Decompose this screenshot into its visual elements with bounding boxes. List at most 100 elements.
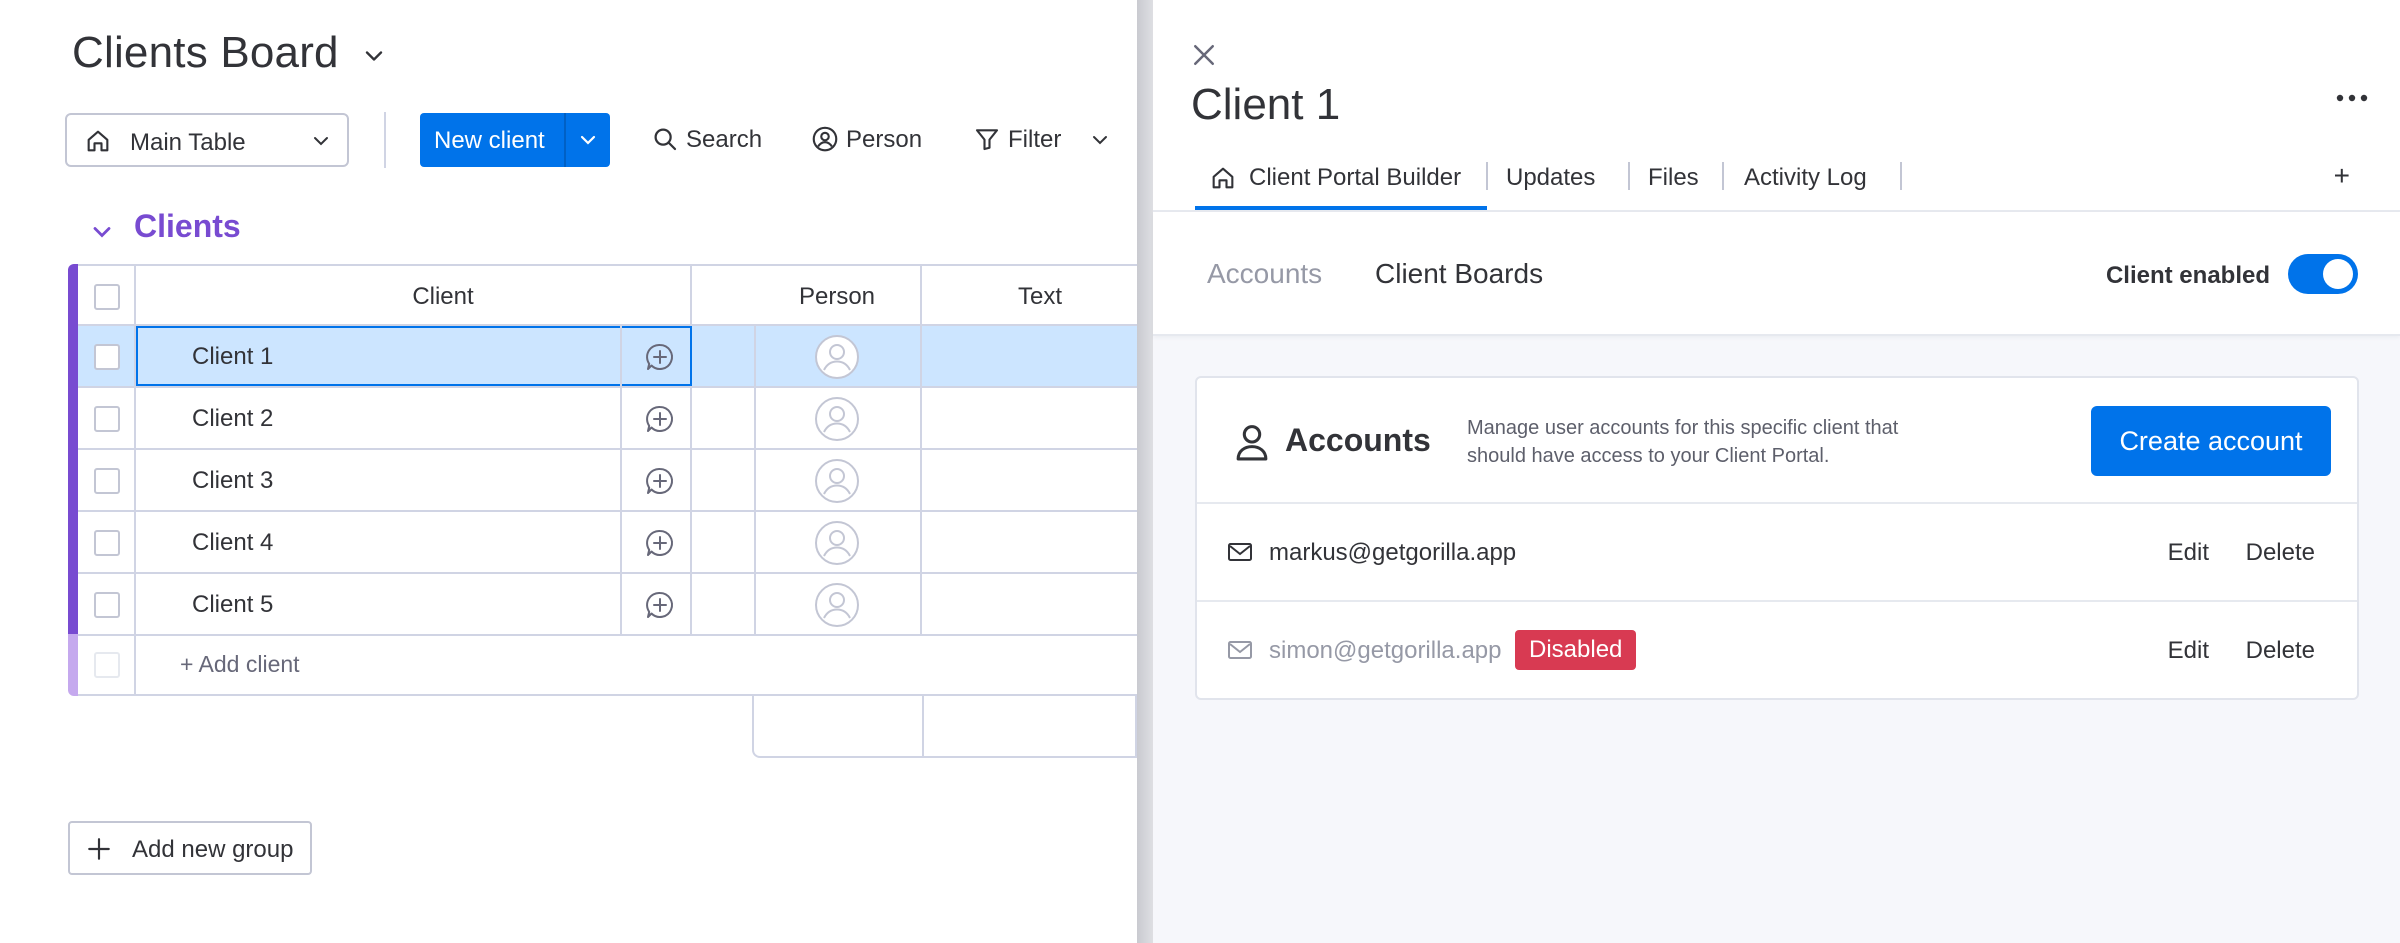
add-new-group-label: Add new group [132,836,294,863]
row-check-cell [78,326,136,386]
table-row[interactable]: Client 2 [78,388,1137,450]
person-cell[interactable] [754,574,922,634]
table-row[interactable]: Client 5 [78,574,1137,636]
row-checkbox[interactable] [94,530,120,556]
text-cell[interactable] [922,574,1137,634]
row-checkbox[interactable] [94,406,120,432]
person-avatar-icon[interactable] [813,581,861,629]
tab-activity-log[interactable]: Activity Log [1724,152,1902,212]
new-client-button[interactable]: New client [420,113,610,167]
person-cell[interactable] [754,326,922,386]
add-update-icon[interactable] [644,403,676,435]
table-row[interactable]: Client 4 [78,512,1137,574]
add-update-icon[interactable] [644,527,676,559]
person-avatar-icon[interactable] [813,457,861,505]
text-cell[interactable] [922,450,1137,510]
panel-resize-edge[interactable] [1137,0,1153,943]
client-name-cell[interactable]: Client 3 [136,450,692,510]
client-column-header[interactable]: Client [136,266,692,324]
person-avatar-icon[interactable] [813,519,861,567]
row-checkbox[interactable] [94,468,120,494]
column-header-text: Text [1017,283,1062,310]
client-enabled-toggle[interactable] [2288,254,2358,294]
add-view-button[interactable]: + [2334,160,2350,192]
account-row: markus@getgorilla.app Edit Delete [1197,504,2357,602]
delete-account-button[interactable]: Delete [2246,637,2315,665]
add-new-group-button[interactable]: Add new group [68,821,312,875]
row-checkbox[interactable] [94,344,120,370]
text-cell[interactable] [922,388,1137,448]
search-label: Search [686,126,763,153]
person-cell[interactable] [754,512,922,572]
mail-icon [1228,543,1252,561]
close-icon[interactable] [1189,40,1219,70]
client-name: Client 3 [192,467,274,494]
person-cell[interactable] [754,450,922,510]
updates-cell[interactable] [620,512,692,572]
tab-files[interactable]: Files [1630,152,1724,212]
chevron-down-icon[interactable] [360,42,388,70]
person-filter-button[interactable]: Person [810,122,940,158]
add-update-icon[interactable] [644,465,676,497]
add-item-row[interactable]: + Add client [78,634,1137,696]
group-color-bar-light [68,634,78,696]
updates-cell[interactable] [620,574,692,634]
column-header-client: Client [412,283,474,310]
view-selector[interactable]: Main Table [65,113,349,167]
tab-client-portal-builder[interactable]: Client Portal Builder [1195,152,1487,212]
text-cell[interactable] [922,326,1137,386]
edit-account-button[interactable]: Edit [2168,637,2209,665]
chevron-down-icon[interactable] [576,128,600,152]
button-split [564,113,566,167]
updates-cell[interactable] [620,450,692,510]
disabled-badge: Disabled [1515,630,1637,670]
table-row[interactable]: Client 3 [78,450,1137,512]
person-cell[interactable] [754,388,922,448]
add-row-checkbox [94,652,120,678]
sub-tab-accounts[interactable]: Accounts [1207,258,1322,290]
summary-row [752,696,1137,758]
text-cell[interactable] [922,512,1137,572]
table-header: Client Person Text [78,264,1137,326]
client-name-cell[interactable]: Client 5 [136,574,692,634]
add-update-icon[interactable] [644,589,676,621]
filter-button[interactable]: Filter [972,122,1122,158]
sub-tab-client-boards[interactable]: Client Boards [1375,258,1543,290]
person-avatar-icon[interactable] [813,395,861,443]
tab-label: Activity Log [1744,164,1867,191]
accounts-card: Accounts Manage user accounts for this s… [1195,376,2359,700]
home-icon [87,130,109,152]
client-name-cell[interactable]: Client 1 [136,326,692,386]
item-detail-panel: Client 1 Client Portal Builder Updates F… [1153,0,2400,943]
client-name: Client 1 [192,343,274,370]
tab-label: Files [1648,164,1699,191]
tab-updates[interactable]: Updates [1488,152,1630,212]
create-account-label: Create account [2119,426,2303,456]
filter-label: Filter [1008,126,1062,153]
search-button[interactable]: Search [650,122,770,158]
toolbar-divider [384,112,386,168]
text-column-header[interactable]: Text [922,266,1137,324]
panel-title[interactable]: Client 1 [1191,80,1340,130]
client-name-cell[interactable]: Client 2 [136,388,692,448]
client-name-cell[interactable]: Client 4 [136,512,692,572]
updates-cell[interactable] [620,388,692,448]
row-checkbox[interactable] [94,592,120,618]
person-column-header[interactable]: Person [754,266,922,324]
create-account-button[interactable]: Create account [2091,406,2331,476]
collapse-group-icon[interactable] [88,218,116,246]
select-all-checkbox[interactable] [94,284,120,310]
chevron-down-icon[interactable] [1088,128,1112,152]
delete-account-button[interactable]: Delete [2246,539,2315,567]
client-name: Client 5 [192,591,274,618]
account-email: markus@getgorilla.app [1269,539,1517,566]
updates-cell[interactable] [620,326,692,386]
board-title[interactable]: Clients Board [72,28,339,78]
table-row[interactable]: Client 1 [78,326,1137,388]
more-options-icon[interactable] [2334,86,2370,110]
group-title[interactable]: Clients [134,208,241,245]
add-client-input[interactable]: + Add client [180,651,300,678]
person-avatar-icon[interactable] [813,333,861,381]
edit-account-button[interactable]: Edit [2168,539,2209,567]
add-update-icon[interactable] [644,341,676,373]
